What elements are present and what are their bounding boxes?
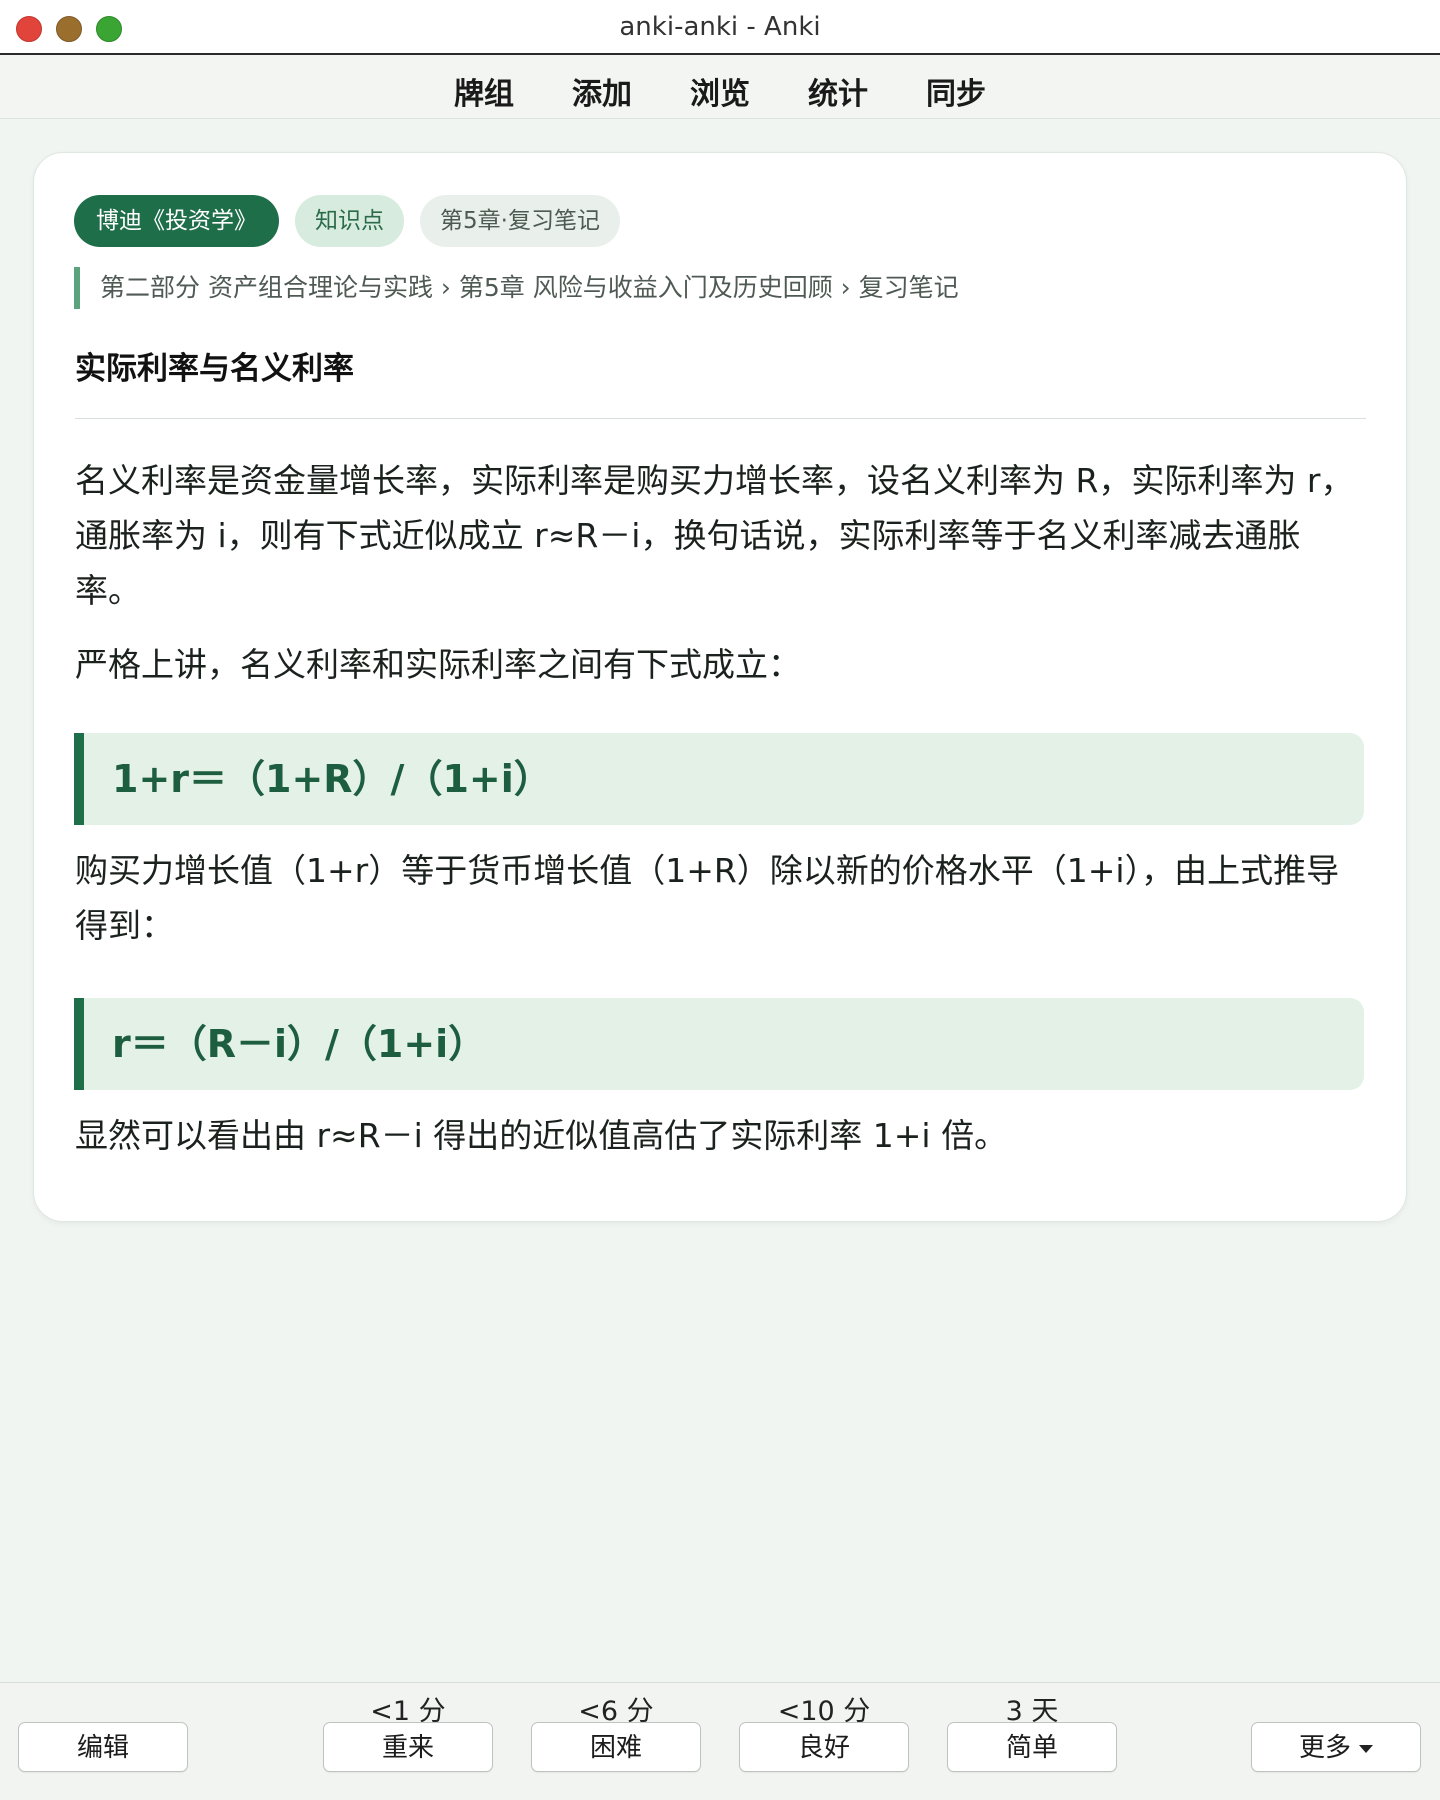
good-button[interactable]: 良好 (739, 1722, 909, 1772)
title-divider (75, 418, 1366, 419)
toolbar-browse[interactable]: 浏览 (661, 65, 779, 117)
main-toolbar: 牌组 添加 浏览 统计 同步 (0, 55, 1440, 119)
tag-list: 博迪《投资学》 知识点 第5章·复习笔记 (74, 195, 620, 247)
formula-real-rate: r＝（R－i）/（1+i） (74, 998, 1364, 1090)
paragraph-strict: 严格上讲，名义利率和实际利率之间有下式成立： (75, 645, 801, 684)
again-button[interactable]: 重来 (323, 1722, 493, 1772)
toolbar-sync[interactable]: 同步 (897, 65, 1015, 117)
paragraph-definition: 名义利率是资金量增长率，实际利率是购买力增长率，设名义利率为 R，实际利率为 r… (75, 461, 1354, 610)
paragraph-derivation: 购买力增长值（1+r）等于货币增长值（1+R）除以新的价格水平（1+i），由上式… (75, 851, 1340, 945)
dropdown-arrow-icon (1359, 1744, 1373, 1753)
card-title: 实际利率与名义利率 (75, 351, 354, 387)
tag-chapter: 第5章·复习笔记 (420, 195, 620, 247)
more-button[interactable]: 更多 (1251, 1722, 1421, 1772)
tag-book: 博迪《投资学》 (74, 195, 279, 247)
card-content: 博迪《投资学》 知识点 第5章·复习笔记 第二部分 资产组合理论与实践 › 第5… (33, 152, 1407, 1222)
formula-exact: 1+r＝（1+R）/（1+i） (74, 733, 1364, 825)
title-bar: anki-anki - Anki (0, 0, 1440, 55)
review-bar (0, 1682, 1440, 1800)
toolbar-decks[interactable]: 牌组 (425, 65, 543, 117)
easy-button[interactable]: 简单 (947, 1722, 1117, 1772)
toolbar-stats[interactable]: 统计 (779, 65, 897, 117)
tag-type: 知识点 (295, 195, 404, 247)
edit-button[interactable]: 编辑 (18, 1722, 188, 1772)
more-label: 更多 (1298, 1733, 1351, 1763)
breadcrumb: 第二部分 资产组合理论与实践 › 第5章 风险与收益入门及历史回顾 › 复习笔记 (74, 267, 959, 309)
hard-button[interactable]: 困难 (531, 1722, 701, 1772)
window-title: anki-anki - Anki (619, 12, 821, 42)
toolbar-add[interactable]: 添加 (543, 65, 661, 117)
paragraph-conclusion: 显然可以看出由 r≈R－i 得出的近似值高估了实际利率 1+i 倍。 (75, 1116, 1008, 1155)
